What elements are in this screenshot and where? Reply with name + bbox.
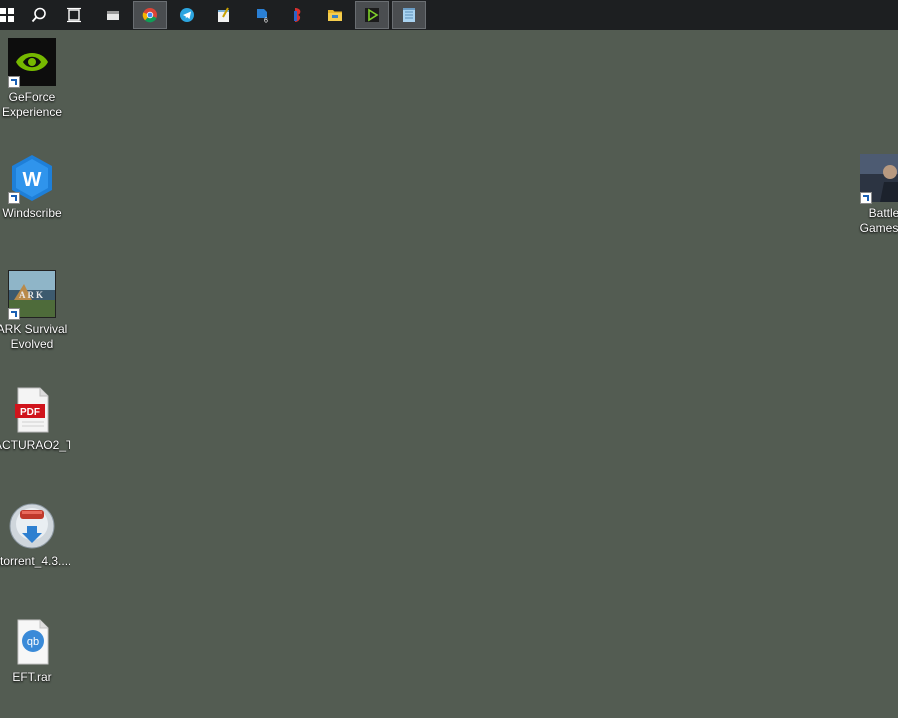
notepad-icon xyxy=(218,7,229,22)
app-6-badge: 6 xyxy=(264,18,268,24)
task-view-icon xyxy=(67,7,81,23)
desktop-icon-ark[interactable]: ARK ARK Survival Evolved xyxy=(0,269,70,352)
search-icon xyxy=(31,7,46,23)
qbittorrent-file-icon: qb xyxy=(8,618,56,666)
desktop-icon-label: Battle Games L xyxy=(859,206,898,235)
notepad-window-icon xyxy=(403,8,415,22)
search-button[interactable] xyxy=(22,0,56,30)
ark-icon: ARK xyxy=(7,269,57,320)
desktop-icon-pdf[interactable]: PDF ACTURAO2_T... xyxy=(0,386,70,453)
telegram-icon xyxy=(180,8,194,22)
taskbar-app-red[interactable] xyxy=(281,0,315,30)
desktop-icon-label: ACTURAO2_T... xyxy=(0,438,70,452)
svg-text:W: W xyxy=(23,169,42,191)
desktop-icon-label: EFT.rar xyxy=(12,670,52,684)
desktop-icon-eft-rar[interactable]: qb EFT.rar xyxy=(0,618,70,685)
app-6-icon: 6 xyxy=(257,9,268,24)
taskbar-notepad[interactable] xyxy=(207,0,241,30)
desktop-icon-label: ittorrent_4.3.... xyxy=(0,554,70,568)
taskbar-chrome[interactable] xyxy=(133,1,167,29)
pdf-icon: PDF xyxy=(8,386,56,434)
folder-icon xyxy=(328,10,342,21)
desktop-icon-geforce[interactable]: GeForce Experience xyxy=(0,38,70,120)
shortcut-arrow-icon xyxy=(8,76,20,88)
qbittorrent-installer-icon xyxy=(8,502,56,550)
geforce-icon xyxy=(8,38,56,88)
taskbar-telegram[interactable] xyxy=(170,0,204,30)
shortcut-arrow-icon xyxy=(8,192,20,204)
battlegames-icon xyxy=(860,154,898,204)
pdf-icon-text: PDF xyxy=(20,407,40,418)
shortcut-arrow-icon xyxy=(860,192,872,204)
taskbar-file-explorer[interactable] xyxy=(96,0,130,30)
file-explorer-icon xyxy=(107,11,119,20)
desktop-icon-label: ARK Survival Evolved xyxy=(0,322,68,351)
media-player-icon xyxy=(365,8,379,22)
desktop-icon-label: Windscribe xyxy=(2,206,62,220)
taskbar-folder[interactable] xyxy=(318,0,352,30)
desktop-icon-battlegames[interactable]: Battle Games L xyxy=(846,154,898,236)
app-red-icon xyxy=(294,8,301,22)
svg-text:ARK: ARK xyxy=(19,290,45,300)
desktop-icon-qbittorrent-installer[interactable]: ittorrent_4.3.... xyxy=(0,502,70,569)
taskbar-app-6[interactable]: 6 xyxy=(245,0,279,30)
chrome-icon xyxy=(142,8,157,23)
taskbar-notepad-window[interactable] xyxy=(392,1,426,29)
taskbar-media-player[interactable] xyxy=(355,1,389,29)
qb-icon-text: qb xyxy=(27,636,39,648)
desktop-icon-windscribe[interactable]: W Windscribe xyxy=(0,154,70,221)
desktop-icon-label: GeForce Experience xyxy=(1,90,63,119)
taskbar: 6 xyxy=(0,0,898,30)
shortcut-arrow-icon xyxy=(8,308,20,320)
start-button[interactable] xyxy=(0,0,22,30)
windscribe-icon: W xyxy=(8,154,56,204)
task-view-button[interactable] xyxy=(57,0,91,30)
start-icon xyxy=(0,8,14,22)
